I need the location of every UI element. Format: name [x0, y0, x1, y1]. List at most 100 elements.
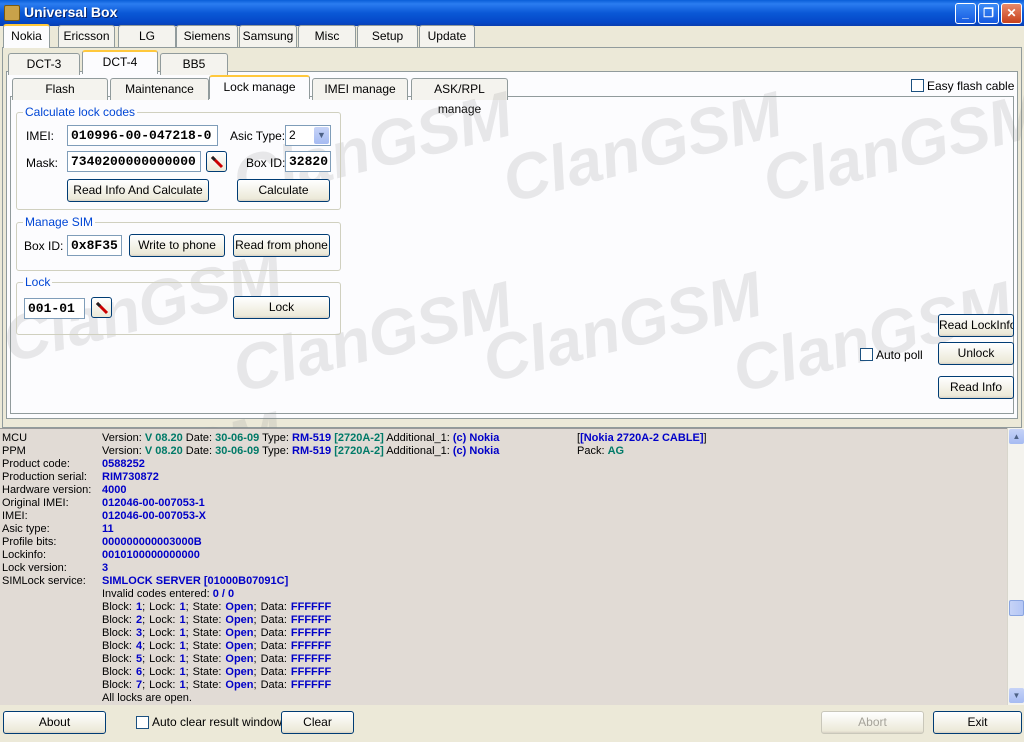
- imei-input[interactable]: 010996-00-047218-0: [67, 125, 218, 146]
- tab-update[interactable]: Update: [419, 25, 475, 47]
- log-version-line: Version: V 08.20 Date: 30-06-09 Type: RM…: [102, 432, 500, 444]
- tab-imei-manage[interactable]: IMEI manage: [312, 78, 408, 100]
- tab-dct-4[interactable]: DCT-4: [82, 50, 158, 74]
- scroll-down-icon[interactable]: ▼: [1009, 688, 1024, 703]
- read-lockinfo-button[interactable]: Read LockInfo: [938, 314, 1014, 337]
- about-button[interactable]: About: [3, 711, 106, 734]
- lock-button[interactable]: Lock: [233, 296, 330, 319]
- calculate-button[interactable]: Calculate: [237, 179, 330, 202]
- log-value: 012046-00-007053-1: [102, 497, 205, 509]
- log-block-row: Block: 3; Lock: 1; State: Open; Data: FFFFFF: [0, 627, 1007, 640]
- mask-pick-button[interactable]: [206, 151, 227, 172]
- mask-input[interactable]: 7340200000000000: [67, 151, 201, 172]
- auto-poll-checkbox[interactable]: [860, 348, 873, 361]
- log-value: 0010100000000000: [102, 549, 200, 561]
- log-cable: [[Nokia 2720A-2 CABLE]]: [577, 432, 707, 444]
- minimize-button[interactable]: _: [955, 3, 976, 24]
- log-block-line: Block: 1; Lock: 1; State: Open; Data: FFFFFF: [102, 601, 332, 613]
- app-icon: [4, 5, 20, 21]
- tab-dct-3[interactable]: DCT-3: [8, 53, 80, 75]
- asic-type-select[interactable]: 2 ▼: [285, 125, 331, 146]
- log-block-row: Block: 4; Lock: 1; State: Open; Data: FFFFFF: [0, 640, 1007, 653]
- scroll-thumb[interactable]: [1009, 600, 1024, 616]
- log-row: Asic type: 11: [0, 523, 1007, 536]
- unlock-button[interactable]: Unlock: [938, 342, 1014, 365]
- easy-flash-label: Easy flash cable: [927, 79, 1015, 93]
- log-value: 0588252: [102, 458, 145, 470]
- log-block-row: Block: 7; Lock: 1; State: Open; Data: FFFFFF: [0, 679, 1007, 692]
- easy-flash-checkbox[interactable]: [911, 79, 924, 92]
- boxid-label: Box ID:: [246, 156, 286, 170]
- log-row-all-open: All locks are open.: [102, 692, 192, 704]
- tab-flash[interactable]: Flash: [12, 78, 108, 100]
- tab-ericsson[interactable]: Ericsson: [58, 25, 115, 47]
- asic-type-label: Asic Type:: [230, 129, 286, 143]
- log-value: RIM730872: [102, 471, 159, 483]
- write-to-phone-button[interactable]: Write to phone: [129, 234, 225, 257]
- tab-misc[interactable]: Misc: [298, 25, 356, 47]
- boxid-input[interactable]: 32820: [285, 151, 331, 172]
- wand-icon: [95, 301, 109, 315]
- log-block-line: Block: 5; Lock: 1; State: Open; Data: FFFFFF: [102, 653, 332, 665]
- log-block-row: Block: 6; Lock: 1; State: Open; Data: FFFFFF: [0, 666, 1007, 679]
- log-row-mcu: MCU Version: V 08.20 Date: 30-06-09 Type…: [0, 432, 1007, 445]
- read-info-button[interactable]: Read Info: [938, 376, 1014, 399]
- mask-label: Mask:: [26, 156, 59, 170]
- log-row: SIMLock service: SIMLOCK SERVER [01000B07…: [0, 575, 1007, 588]
- log-block-row: Block: 2; Lock: 1; State: Open; Data: FFFFFF: [0, 614, 1007, 627]
- read-info-and-calculate-button[interactable]: Read Info And Calculate: [67, 179, 209, 202]
- log-key: Lockinfo:: [2, 549, 47, 561]
- group-title: Manage SIM: [23, 215, 96, 229]
- log-key: Lock version:: [2, 562, 67, 574]
- log-block-line: Block: 4; Lock: 1; State: Open; Data: FFFFFF: [102, 640, 332, 652]
- exit-button[interactable]: Exit: [933, 711, 1022, 734]
- maximize-button[interactable]: ❐: [978, 3, 999, 24]
- tab-bb5[interactable]: BB5: [160, 53, 228, 75]
- log-version-line: Version: V 08.20 Date: 30-06-09 Type: RM…: [102, 445, 500, 457]
- tab-siemens[interactable]: Siemens: [176, 25, 238, 47]
- log-row: Lockinfo: 0010100000000000: [0, 549, 1007, 562]
- chevron-down-icon[interactable]: ▼: [314, 127, 329, 144]
- auto-poll-label: Auto poll: [876, 348, 923, 362]
- lock-code-input[interactable]: 001-01: [24, 298, 85, 319]
- log-block-line: Block: 2; Lock: 1; State: Open; Data: FFFFFF: [102, 614, 332, 626]
- log-value: 012046-00-007053-X: [102, 510, 206, 522]
- log-block-row: Block: 5; Lock: 1; State: Open; Data: FFFFFF: [0, 653, 1007, 666]
- log-scrollbar[interactable]: ▲ ▼: [1007, 428, 1024, 705]
- tab-setup[interactable]: Setup: [357, 25, 418, 47]
- clear-button[interactable]: Clear: [281, 711, 354, 734]
- log-key: SIMLock service:: [2, 575, 86, 587]
- log-key: Asic type:: [2, 523, 50, 535]
- log-row: Product code: 0588252: [0, 458, 1007, 471]
- window-title: Universal Box: [24, 4, 118, 20]
- tab-maintenance[interactable]: Maintenance: [110, 78, 209, 100]
- log-row: Profile bits: 000000000003000B: [0, 536, 1007, 549]
- log-row: Hardware version: 4000: [0, 484, 1007, 497]
- log-row: Lock version: 3: [0, 562, 1007, 575]
- log-value: 11: [102, 523, 114, 535]
- read-from-phone-button[interactable]: Read from phone: [233, 234, 330, 257]
- log-row: Original IMEI: 012046-00-007053-1: [0, 497, 1007, 510]
- tab-lg[interactable]: LG: [118, 25, 176, 47]
- log-key: MCU: [2, 432, 28, 444]
- asic-type-value: 2: [289, 128, 296, 142]
- lock-pick-button[interactable]: [91, 297, 112, 318]
- sim-boxid-input[interactable]: 0x8F35: [67, 235, 122, 256]
- tab-lock-manage[interactable]: Lock manage: [209, 75, 310, 99]
- auto-clear-checkbox[interactable]: [136, 716, 149, 729]
- sim-boxid-label: Box ID:: [24, 239, 64, 253]
- tab-nokia[interactable]: Nokia: [3, 24, 50, 48]
- log-block-line: Block: 6; Lock: 1; State: Open; Data: FFFFFF: [102, 666, 332, 678]
- tab-ask-rpl-manage[interactable]: ASK/RPL manage: [411, 78, 508, 116]
- result-log[interactable]: MCU Version: V 08.20 Date: 30-06-09 Type…: [0, 428, 1024, 705]
- log-key: IMEI:: [2, 510, 28, 522]
- tab-samsung[interactable]: Samsung: [239, 25, 297, 47]
- log-row: IMEI: 012046-00-007053-X: [0, 510, 1007, 523]
- log-row-ppm: PPM Version: V 08.20 Date: 30-06-09 Type…: [0, 445, 1007, 458]
- scroll-up-icon[interactable]: ▲: [1009, 429, 1024, 444]
- log-key: Production serial:: [2, 471, 87, 483]
- close-button[interactable]: ✕: [1001, 3, 1022, 24]
- log-key: Hardware version:: [2, 484, 92, 496]
- abort-button[interactable]: Abort: [821, 711, 924, 734]
- log-value: SIMLOCK SERVER [01000B07091C]: [102, 575, 289, 587]
